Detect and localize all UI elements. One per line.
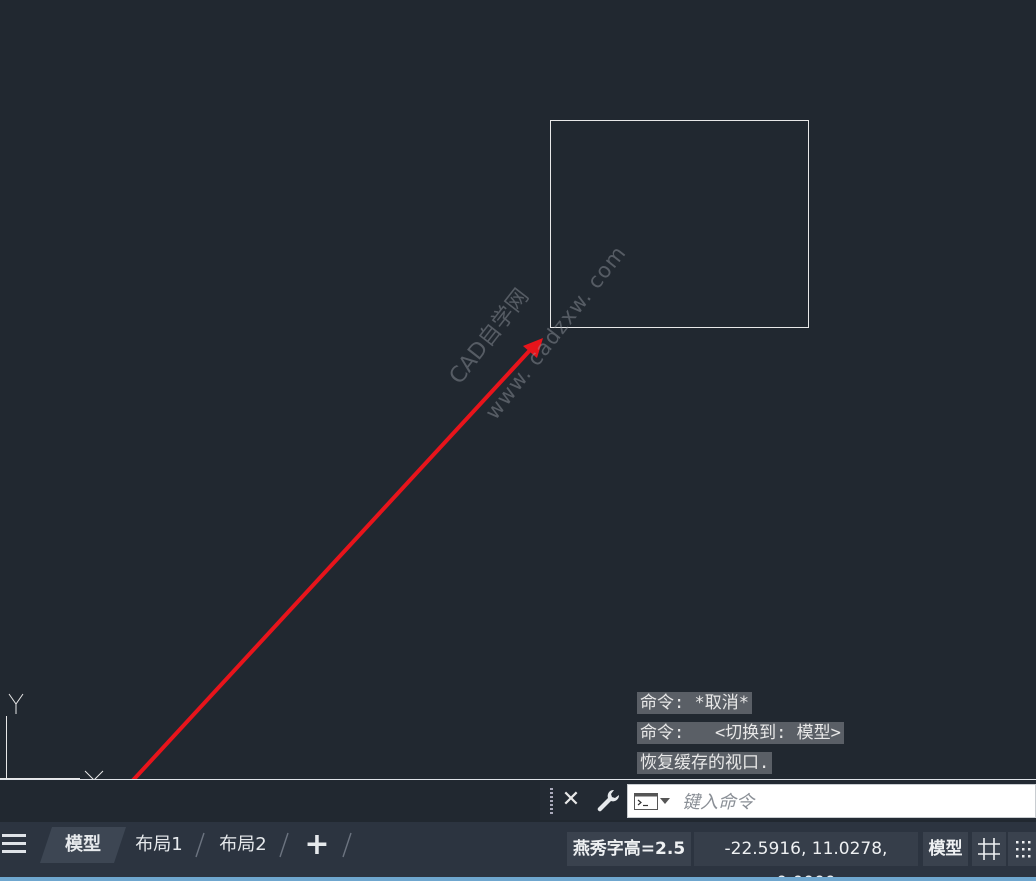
drawn-rectangle[interactable]	[550, 120, 809, 328]
command-history: 命令: *取消* 命令: <切换到: 模型> 恢复缓存的视口.	[637, 692, 844, 782]
command-input[interactable]	[680, 787, 1024, 817]
window-bottom-border	[0, 877, 1036, 881]
coordinates-display[interactable]: -22.5916, 11.0278, 0.0000	[694, 832, 918, 881]
tab-separator	[195, 832, 205, 858]
command-history-line: 命令: *取消*	[637, 692, 752, 714]
autocad-window: CAD自学网 www. cadzxw. com 命令: *取消* 命令: <切换…	[0, 0, 1036, 881]
status-bar: 模型 布局1 布局2 + 燕秀字高=2.5 -22.5916, 11.0278,…	[0, 822, 1036, 881]
tab-model[interactable]: 模型	[50, 827, 116, 863]
snap-grid-icon[interactable]	[1008, 832, 1036, 866]
tab-separator	[342, 832, 352, 858]
command-line-bar: ✕	[540, 781, 1036, 820]
wrench-icon[interactable]	[594, 787, 622, 815]
close-icon[interactable]: ✕	[560, 786, 582, 814]
command-input-box[interactable]	[627, 784, 1036, 818]
command-history-line: 命令: <切换到: 模型>	[637, 722, 844, 744]
command-prompt-icon[interactable]	[634, 793, 658, 810]
annotation-arrow	[130, 338, 543, 780]
drawing-canvas[interactable]	[0, 0, 1036, 780]
command-history-line: 恢复缓存的视口.	[637, 752, 773, 774]
ucs-icon	[0, 693, 104, 780]
hamburger-menu-icon[interactable]	[2, 834, 26, 858]
tab-layout2[interactable]: 布局2	[212, 827, 274, 863]
drag-grip-handle[interactable]	[550, 788, 553, 814]
canvas-divider	[0, 779, 1036, 780]
model-space-button[interactable]: 模型	[923, 832, 968, 866]
grid-icon[interactable]	[972, 832, 1006, 866]
text-height-button[interactable]: 燕秀字高=2.5	[567, 832, 691, 866]
chevron-down-icon[interactable]	[660, 798, 670, 804]
tab-layout1[interactable]: 布局1	[128, 827, 190, 863]
tab-separator	[279, 832, 289, 858]
add-layout-button[interactable]: +	[300, 827, 334, 863]
